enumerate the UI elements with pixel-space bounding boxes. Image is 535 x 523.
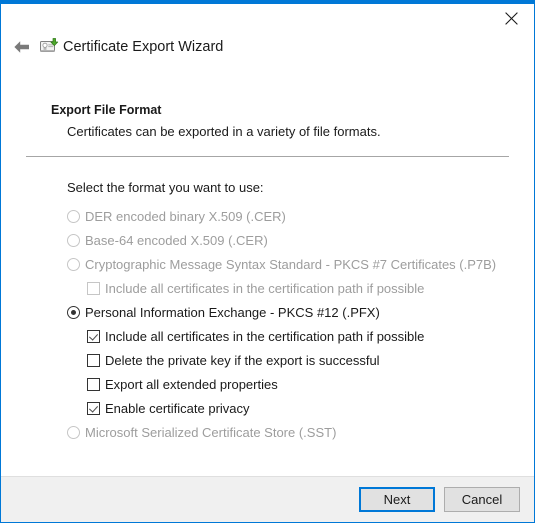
option-label: Base-64 encoded X.509 (.CER)	[85, 233, 268, 248]
checkbox[interactable]	[87, 330, 100, 343]
back-arrow-icon[interactable]	[9, 35, 33, 59]
option-label: Personal Information Exchange - PKCS #12…	[85, 305, 380, 320]
option-label: Include all certificates in the certific…	[105, 329, 425, 344]
format-options-list: DER encoded binary X.509 (.CER) Base-64 e…	[67, 208, 510, 448]
format-prompt: Select the format you want to use:	[67, 180, 264, 195]
base64-encoded-option: Base-64 encoded X.509 (.CER)	[67, 232, 510, 256]
footer-button-bar: Next Cancel	[1, 476, 534, 522]
pkcs12-pfx-option[interactable]: Personal Information Exchange - PKCS #12…	[67, 304, 510, 328]
close-icon[interactable]	[488, 4, 534, 33]
export-extended-properties-checkbox[interactable]: Export all extended properties	[67, 376, 510, 400]
pfx-include-all-certificates-checkbox[interactable]: Include all certificates in the certific…	[67, 328, 510, 352]
delete-private-key-checkbox[interactable]: Delete the private key if the export is …	[67, 352, 510, 376]
option-label: DER encoded binary X.509 (.CER)	[85, 209, 286, 224]
radio-button	[67, 426, 80, 439]
option-label: Enable certificate privacy	[105, 401, 250, 416]
option-label: Delete the private key if the export is …	[105, 353, 380, 368]
pkcs7-option: Cryptographic Message Syntax Standard - …	[67, 256, 510, 280]
radio-button	[67, 258, 80, 271]
pkcs7-include-all-certificates-checkbox: Include all certificates in the certific…	[67, 280, 510, 304]
content-area: Select the format you want to use: DER e…	[1, 157, 534, 476]
option-label: Export all extended properties	[105, 377, 278, 392]
radio-button[interactable]	[67, 306, 80, 319]
radio-button	[67, 210, 80, 223]
next-button[interactable]: Next	[359, 487, 435, 512]
certificate-export-icon	[39, 37, 59, 57]
page-subtitle: Certificates can be exported in a variet…	[67, 124, 381, 139]
header-section: Export File Format Certificates can be e…	[1, 66, 534, 140]
page-title: Export File Format	[51, 103, 162, 117]
checkbox	[87, 282, 100, 295]
der-encoded-binary-option: DER encoded binary X.509 (.CER)	[67, 208, 510, 232]
serialized-certificate-store-option: Microsoft Serialized Certificate Store (…	[67, 424, 510, 448]
window-title: Certificate Export Wizard	[63, 39, 224, 55]
option-label: Include all certificates in the certific…	[105, 281, 425, 296]
checkbox[interactable]	[87, 354, 100, 367]
checkbox[interactable]	[87, 402, 100, 415]
option-label: Cryptographic Message Syntax Standard - …	[85, 257, 497, 272]
enable-certificate-privacy-checkbox[interactable]: Enable certificate privacy	[67, 400, 510, 424]
certificate-export-wizard-window: Certificate Export Wizard Export File Fo…	[0, 0, 535, 523]
option-label: Microsoft Serialized Certificate Store (…	[85, 425, 337, 440]
checkbox[interactable]	[87, 378, 100, 391]
title-bar: Certificate Export Wizard	[1, 4, 534, 66]
radio-button	[67, 234, 80, 247]
cancel-button[interactable]: Cancel	[444, 487, 520, 512]
